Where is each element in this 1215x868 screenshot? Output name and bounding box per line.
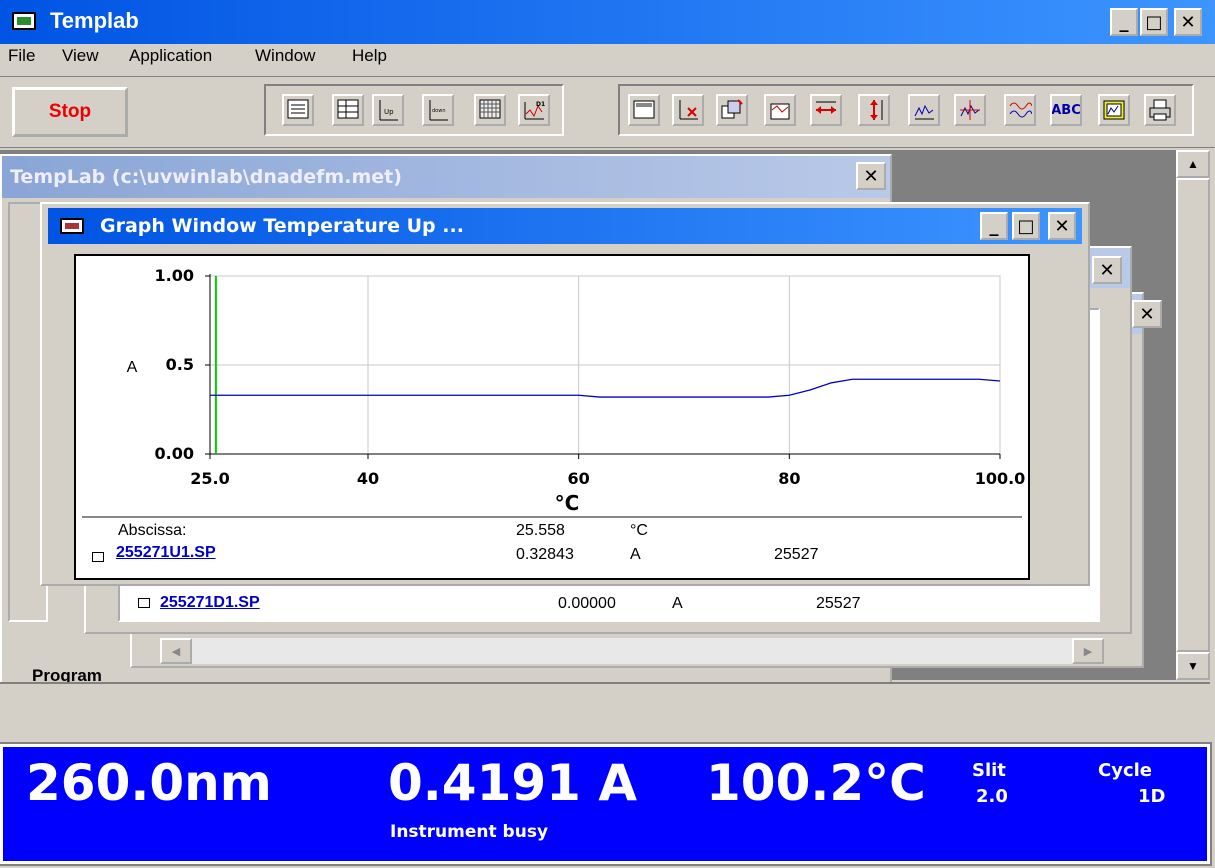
menu-window[interactable]: Window (255, 46, 315, 66)
copy-window-icon[interactable] (716, 94, 748, 126)
toolbar-group-1: Up down D1 (264, 84, 564, 136)
y-tick-label: 0.5 (166, 355, 194, 374)
cursor-icon[interactable] (954, 94, 986, 126)
x-tick-label: 100.0 (975, 469, 1026, 488)
scroll-up-button[interactable]: ▲ (1176, 150, 1210, 178)
method-window-title: TempLab (c:\uvwinlab\dnadefm.met) (10, 166, 402, 188)
expand-horizontal-icon[interactable] (810, 94, 842, 126)
trace-unit: A (630, 546, 641, 563)
main-title-bar: Templab _ □ ✕ (0, 0, 1215, 44)
abscissa-unit: °C (630, 522, 648, 539)
scroll-down-button[interactable]: ▼ (1176, 652, 1210, 680)
graph-window-title: Graph Window Temperature Up ... (100, 215, 464, 237)
picture-icon[interactable] (1098, 94, 1130, 126)
expand-vertical-icon[interactable] (858, 94, 890, 126)
app-title: Templab (50, 8, 139, 33)
peak-icon[interactable] (908, 94, 940, 126)
graph-close-button[interactable]: ✕ (1048, 212, 1076, 240)
slit-value: 2.0 (976, 786, 1008, 807)
app-icon (12, 12, 36, 30)
svg-text:down: down (432, 108, 446, 114)
cycle-label: Cycle (1098, 760, 1152, 781)
back-code: 25527 (816, 595, 861, 612)
graph-minimize-button[interactable]: _ (980, 212, 1008, 240)
temperature-readout: 100.2°C (706, 754, 926, 812)
menu-file[interactable]: File (8, 46, 35, 66)
toolbar-group-2: ABC (618, 84, 1194, 136)
maximize-button[interactable]: □ (1140, 8, 1168, 36)
scroll-right-button[interactable]: ▶ (1072, 638, 1104, 664)
smooth-icon[interactable] (1004, 94, 1036, 126)
back-unit: A (672, 595, 683, 612)
abc-text-icon[interactable]: ABC (1050, 94, 1082, 126)
menu-view[interactable]: View (62, 46, 99, 66)
minimize-button[interactable]: _ (1110, 8, 1138, 36)
y-tick-label: 1.00 (155, 266, 194, 285)
menu-help[interactable]: Help (352, 46, 387, 66)
svg-text:Up: Up (384, 108, 394, 116)
x-tick-label: 25.0 (190, 469, 229, 488)
trace-value: 0.32843 (516, 546, 574, 563)
temp-down-icon[interactable]: down (422, 94, 454, 126)
x-axis-label: °C (555, 491, 580, 515)
graph-maximize-button[interactable]: □ (1012, 212, 1040, 240)
status-message: Instrument busy (390, 822, 549, 842)
method-window-title-bar: TempLab (c:\uvwinlab\dnadefm.met) ✕ (2, 156, 890, 198)
svg-text:D1: D1 (536, 101, 545, 108)
menu-application[interactable]: Application (129, 46, 212, 66)
x-tick-label: 40 (357, 469, 379, 488)
absorbance-chart: 25.0 40 60 80 100.0 0.00 0.5 1.00 °C A (127, 266, 1026, 515)
close-button[interactable]: ✕ (1174, 8, 1202, 36)
stop-button[interactable]: Stop (12, 87, 128, 137)
trace-file-icon (138, 598, 150, 608)
x-tick-label: 60 (568, 469, 590, 488)
derivative-d1-icon[interactable]: D1 (518, 94, 550, 126)
scroll-left-button[interactable]: ◀ (160, 638, 192, 664)
back-value: 0.00000 (558, 595, 616, 612)
list-icon[interactable] (282, 94, 314, 126)
graph-window-back-1-close-button[interactable]: ✕ (1092, 256, 1122, 284)
vertical-scrollbar[interactable]: ▲ ▼ (1176, 150, 1210, 680)
y-tick-label: 0.00 (155, 444, 194, 463)
print-icon[interactable] (1144, 94, 1176, 126)
grid-icon[interactable] (474, 94, 506, 126)
abscissa-value: 25.558 (516, 522, 565, 539)
table-icon[interactable] (332, 94, 364, 126)
back-file-row: 255271D1.SP 0.00000 A 25527 (132, 592, 1092, 616)
slit-label: Slit (972, 760, 1006, 781)
menu-bar: File View Application Window Help (0, 46, 1215, 72)
back-file-link[interactable]: 255271D1.SP (160, 594, 260, 612)
temp-up-icon[interactable]: Up (372, 94, 404, 126)
graph-window-back-2-close-button[interactable]: ✕ (1132, 300, 1162, 328)
trace-file-icon (92, 552, 104, 562)
x-tick-label: 80 (778, 469, 800, 488)
chart-area: 25.0 40 60 80 100.0 0.00 0.5 1.00 °C A Abscissa: … (74, 254, 1030, 580)
message-area (0, 682, 1210, 742)
horizontal-scrollbar[interactable]: ◀ ▶ (160, 638, 1104, 664)
y-axis-label: A (127, 359, 138, 376)
overlay-icon[interactable] (764, 94, 796, 126)
info-panel: Abscissa: 25.558 °C 255271U1.SP 0.32843 … (82, 516, 1022, 574)
method-window-close-button[interactable]: ✕ (856, 162, 886, 190)
trace-file-link[interactable]: 255271U1.SP (116, 544, 216, 562)
absorbance-readout: 0.4191 A (388, 754, 638, 812)
delete-trace-icon[interactable] (672, 94, 704, 126)
abscissa-label: Abscissa: (118, 522, 187, 539)
graph-window-icon (60, 218, 84, 234)
trace-code: 25527 (774, 546, 819, 563)
graph-window-icon[interactable] (628, 94, 660, 126)
wavelength-readout: 260.0nm (26, 754, 272, 812)
graph-window: Graph Window Temperature Up ... _ □ ✕ 25… (40, 202, 1090, 586)
cycle-value: 1D (1138, 786, 1166, 807)
scroll-thumb[interactable] (1176, 178, 1210, 652)
graph-window-title-bar: Graph Window Temperature Up ... _ □ ✕ (48, 208, 1082, 244)
